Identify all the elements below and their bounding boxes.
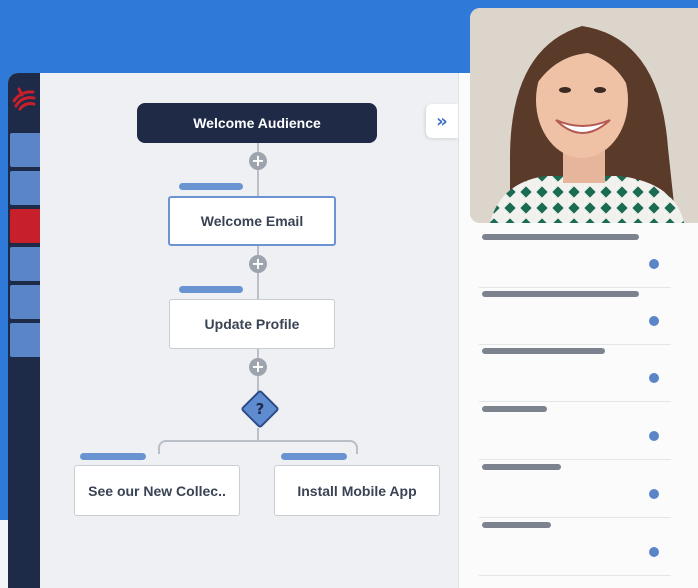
rail-item-5[interactable] xyxy=(10,285,40,319)
row-text-placeholder xyxy=(482,464,561,470)
status-dot xyxy=(649,489,659,499)
status-dot xyxy=(649,547,659,557)
branch-connector xyxy=(158,440,358,454)
status-dot xyxy=(649,373,659,383)
node-tag xyxy=(179,183,243,190)
list-item[interactable] xyxy=(479,288,671,345)
side-rail xyxy=(8,73,40,588)
branch-node-install-app[interactable]: Install Mobile App xyxy=(274,465,440,516)
flow-canvas: Welcome Audience + Welcome Email + Updat… xyxy=(40,73,458,588)
branch-node-new-collection[interactable]: See our New Collec.. xyxy=(74,465,240,516)
list-item[interactable] xyxy=(479,461,671,518)
list-item[interactable] xyxy=(479,519,671,576)
rail-item-4[interactable] xyxy=(10,247,40,281)
row-text-placeholder xyxy=(482,522,551,528)
list-item[interactable] xyxy=(479,345,671,402)
connector-line xyxy=(257,428,259,440)
plus-icon[interactable]: + xyxy=(249,255,267,273)
decision-label: ? xyxy=(255,400,265,418)
step-node-welcome-email[interactable]: Welcome Email xyxy=(168,196,336,246)
node-tag xyxy=(80,453,146,460)
plus-icon[interactable]: + xyxy=(249,152,267,170)
status-dot xyxy=(649,431,659,441)
row-text-placeholder xyxy=(482,291,639,297)
list-item[interactable] xyxy=(479,231,671,288)
start-node[interactable]: Welcome Audience xyxy=(137,103,377,143)
rail-item-1[interactable] xyxy=(10,133,40,167)
row-text-placeholder xyxy=(482,406,547,412)
node-tag xyxy=(179,286,243,293)
row-text-placeholder xyxy=(482,348,605,354)
rail-item-6[interactable] xyxy=(10,323,40,357)
rail-item-2[interactable] xyxy=(10,171,40,205)
logo-icon[interactable] xyxy=(11,85,37,111)
avatar-photo xyxy=(470,8,698,223)
status-dot xyxy=(649,316,659,326)
step-node-update-profile[interactable]: Update Profile xyxy=(169,299,335,349)
rail-item-active[interactable] xyxy=(10,209,40,243)
collapse-icon[interactable]: » xyxy=(426,104,458,138)
status-dot xyxy=(649,259,659,269)
node-tag xyxy=(281,453,347,460)
plus-icon[interactable]: + xyxy=(249,358,267,376)
row-text-placeholder xyxy=(482,234,639,240)
list-item[interactable] xyxy=(479,403,671,460)
